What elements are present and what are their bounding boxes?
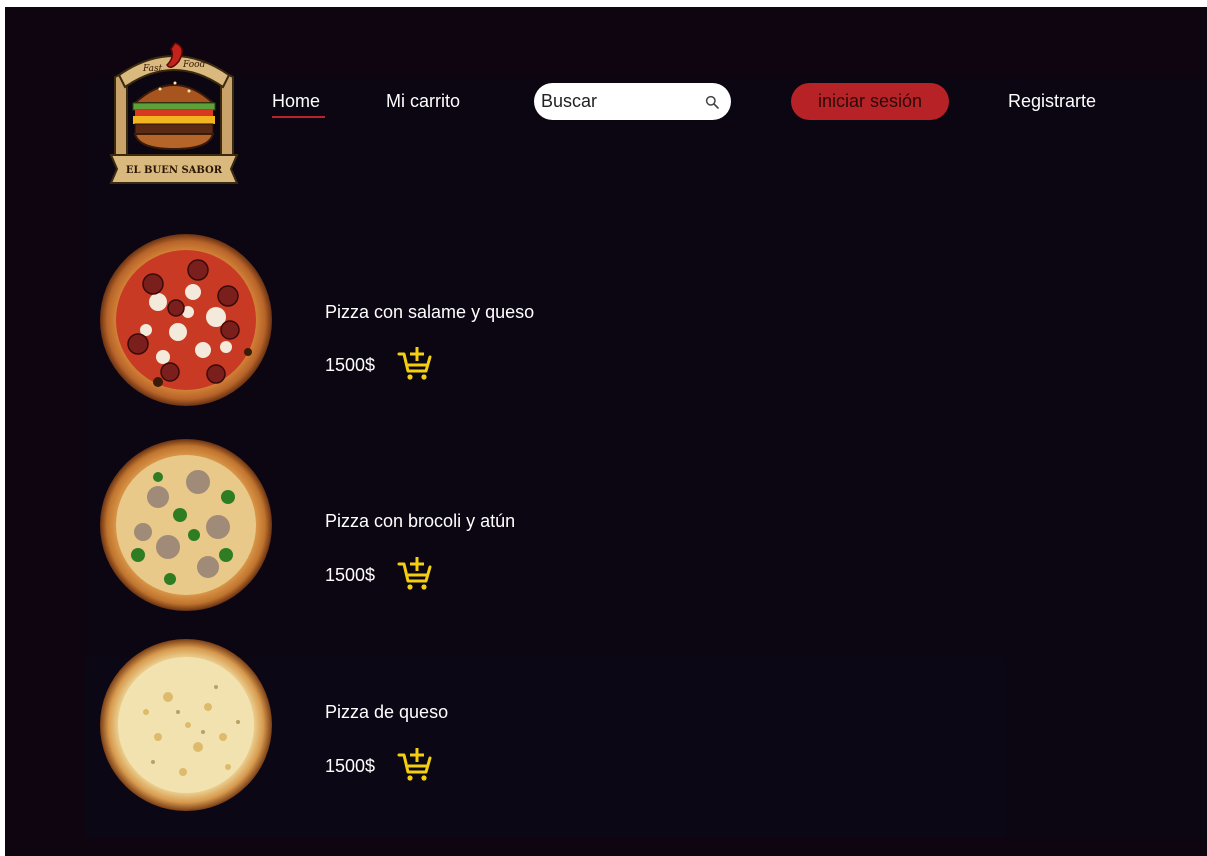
nav-home-label: Home <box>272 91 321 111</box>
nav-cart-label: Mi carrito <box>386 91 461 111</box>
pizza-salame-image <box>100 234 272 406</box>
add-to-cart-icon[interactable] <box>397 746 433 782</box>
login-button-label: iniciar sesión <box>817 91 923 111</box>
brand-logo[interactable]: Fast Food EL BUEN SABOR <box>105 37 243 195</box>
login-button[interactable]: iniciar sesión <box>791 83 949 120</box>
app-screen: Fast Food EL BUEN SABOR Home Mi carrito … <box>5 7 1207 856</box>
search-icon[interactable] <box>705 95 719 109</box>
product-price: 1500$ <box>325 756 376 776</box>
product-name: Pizza con brocoli y atún <box>325 511 516 531</box>
product-price: 1500$ <box>325 355 376 375</box>
product-item: Pizza de queso 1500$ <box>98 637 998 817</box>
product-item: Pizza con brocoli y atún 1500$ <box>98 437 998 617</box>
logo-food-text: Food <box>182 60 206 70</box>
product-name: Pizza con salame y queso <box>325 302 535 322</box>
register-link[interactable]: Registrarte <box>1008 91 1096 112</box>
add-to-cart-icon[interactable] <box>397 555 433 591</box>
register-label: Registrarte <box>1008 91 1097 111</box>
product-item: Pizza con salame y queso 1500$ <box>98 232 998 412</box>
pizza-brocoli-image <box>100 439 272 611</box>
logo-fast-text: Fast <box>142 64 163 74</box>
nav-cart-link[interactable]: Mi carrito <box>386 91 460 112</box>
product-name: Pizza de queso <box>325 702 449 722</box>
active-nav-underline <box>272 116 325 118</box>
nav-home-link[interactable]: Home <box>272 91 325 118</box>
product-price: 1500$ <box>325 565 376 585</box>
add-to-cart-icon[interactable] <box>397 345 433 381</box>
pizza-queso-image <box>100 639 272 811</box>
logo-banner-text: EL BUEN SABOR <box>126 165 223 176</box>
search-input[interactable] <box>541 83 691 120</box>
search-box[interactable] <box>534 83 731 120</box>
